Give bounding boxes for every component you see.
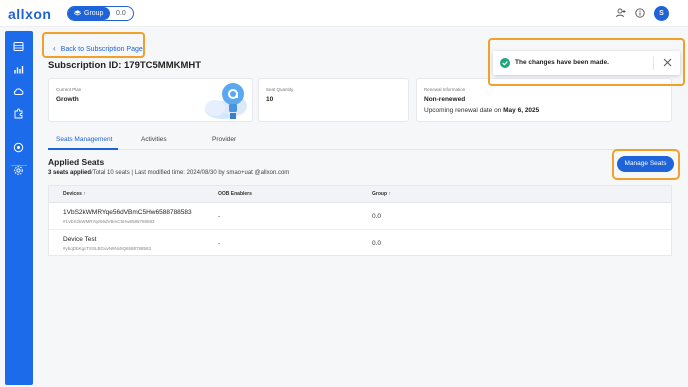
table-row[interactable]: Device Test #ybqDbKgcTSSLBGuvN9Nx5Q65887… (49, 230, 671, 257)
success-toast: The changes have been made. (493, 51, 680, 75)
renewal-date: May 6, 2025 (503, 107, 540, 114)
add-user-icon[interactable] (616, 8, 626, 18)
plan-label: Current Plan (56, 87, 82, 92)
renewal-label: Renewal Information (424, 87, 466, 92)
renewal-date-text: Upcoming renewal date on May 6, 2025 (424, 107, 539, 114)
toast-divider (653, 56, 654, 70)
sidebar (5, 31, 33, 385)
close-icon[interactable] (663, 58, 672, 67)
layers-icon (74, 10, 81, 16)
settings-icon[interactable] (13, 165, 24, 176)
app-logo[interactable]: allxon (8, 6, 51, 22)
applied-seats-title: Applied Seats (48, 157, 105, 167)
workspace-active[interactable]: Group (68, 7, 110, 20)
table-header: Devices ↑ OOB Enablers Group ↑ (49, 186, 671, 203)
plan-value: Growth (56, 96, 79, 103)
seats-table: Devices ↑ OOB Enablers Group ↑ 1VbS2kWMR… (48, 185, 672, 256)
tab-seats-management[interactable]: Seats Management (56, 136, 112, 143)
cloud-icon[interactable] (13, 86, 24, 97)
device-group: 0.0 (372, 240, 382, 247)
renewal-status: Non-renewed (424, 96, 466, 103)
devices-icon[interactable] (13, 41, 24, 52)
column-oob-enablers: OOB Enablers (218, 191, 252, 197)
device-id: #1VbS2kWMRYqe56dVBmC5Hw6588788583 (63, 219, 155, 224)
device-id: #ybqDbKgcTSSLBGuvN9Nx5Q6588788583 (63, 246, 152, 251)
active-tab-indicator (48, 148, 118, 150)
renewal-date-prefix: Upcoming renewal date on (424, 107, 504, 114)
tab-provider[interactable]: Provider (212, 136, 236, 143)
device-name: Device Test (63, 236, 97, 243)
tab-bar: Seats Management Activities Provider (48, 130, 672, 150)
seats-applied-count: 3 seats applied (48, 170, 92, 176)
device-name: 1VbS2kWMRYqe56dVBmC5Hw6588788583 (63, 209, 192, 216)
check-circle-icon (500, 58, 510, 68)
seats-summary-rest: /Total 10 seats | Last modified time: 20… (91, 170, 290, 176)
device-group: 0.0 (372, 213, 382, 220)
extensions-icon[interactable] (13, 108, 24, 119)
info-icon[interactable] (635, 8, 645, 18)
seat-card: Seat Quantity 10 (258, 78, 409, 122)
manage-seats-button[interactable]: Manage Seats (617, 156, 674, 172)
column-group[interactable]: Group ↑ (372, 191, 391, 197)
back-to-subscription-link[interactable]: ‹ Back to Subscription Page (53, 44, 143, 53)
column-devices[interactable]: Devices ↑ (63, 191, 86, 197)
seat-value: 10 (266, 96, 274, 103)
page-title: Subscription ID: 179TC5MMKMHT (48, 60, 202, 71)
tab-activities[interactable]: Activities (141, 136, 167, 143)
table-row[interactable]: 1VbS2kWMRYqe56dVBmC5Hw6588788583 #1VbS2k… (49, 203, 671, 230)
toast-message: The changes have been made. (515, 59, 609, 66)
alerts-icon[interactable] (13, 142, 24, 153)
chevron-left-icon: ‹ (53, 44, 56, 53)
column-group-label: Group (372, 191, 387, 197)
top-bar: allxon Group 0.0 S (0, 0, 688, 27)
back-link-label: Back to Subscription Page (60, 46, 143, 53)
column-devices-label: Devices (63, 191, 82, 197)
user-avatar[interactable]: S (654, 6, 669, 21)
workspace-switcher[interactable]: Group 0.0 (67, 6, 134, 21)
analytics-icon[interactable] (13, 64, 24, 75)
workspace-label: Group (84, 10, 104, 17)
device-oob: - (218, 240, 221, 247)
applied-seats-summary: 3 seats applied/Total 10 seats | Last mo… (48, 170, 289, 176)
sort-arrow-icon: ↑ (83, 191, 86, 197)
workspace-version: 0.0 (116, 10, 126, 17)
device-oob: - (218, 213, 221, 220)
sort-arrow-icon: ↑ (388, 191, 391, 197)
seat-label: Seat Quantity (266, 87, 294, 92)
cloud-illustration-icon (205, 83, 247, 119)
